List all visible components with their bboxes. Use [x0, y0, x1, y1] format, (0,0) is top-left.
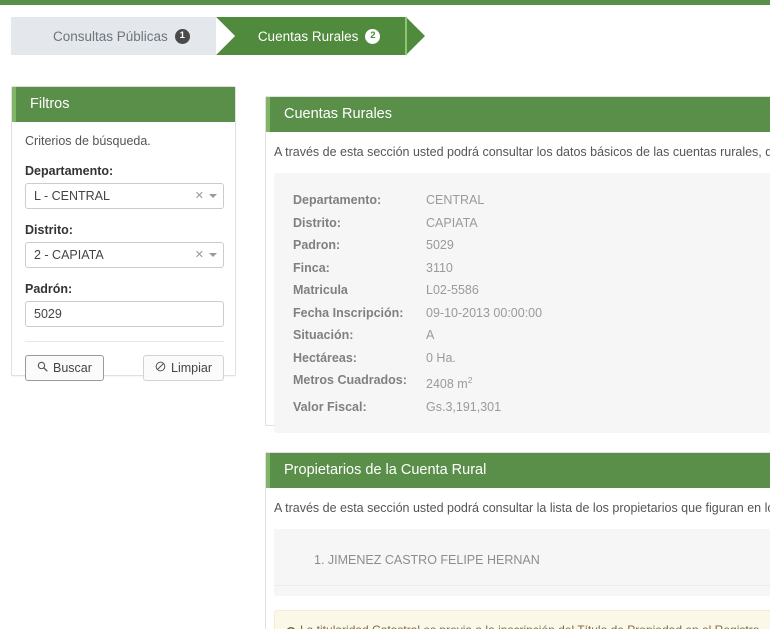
breadcrumb-step-label: Cuentas Rurales: [258, 29, 359, 44]
close-x-icon[interactable]: ✕: [195, 250, 204, 261]
detail-row: Padron: 5029: [274, 234, 770, 257]
detail-row: Hectáreas: 0 Ha.: [274, 347, 770, 370]
cuentas-rurales-panel: Cuentas Rurales A través de esta sección…: [265, 96, 770, 426]
detail-key: Matricula: [293, 279, 426, 302]
cuentas-rurales-title: Cuentas Rurales: [266, 97, 770, 132]
clear-button-label: Limpiar: [171, 361, 212, 375]
warning-line-1: La titularidad Catastral es previa a la …: [286, 623, 759, 629]
detail-value: L02-5586: [426, 279, 479, 302]
padron-value: 5029: [34, 307, 62, 321]
detail-value: CAPIATA: [426, 212, 478, 235]
detail-value: 2408 m2: [426, 369, 472, 396]
breadcrumb-step-badge: 2: [365, 29, 380, 44]
breadcrumb-divider: [405, 17, 407, 55]
search-button-label: Buscar: [53, 361, 92, 375]
detail-value: 09-10-2013 00:00:00: [426, 302, 542, 325]
detail-key: Finca:: [293, 257, 426, 280]
close-x-icon[interactable]: ✕: [195, 191, 204, 202]
search-button[interactable]: Buscar: [25, 355, 104, 381]
detail-row: Fecha Inscripción: 09-10-2013 00:00:00: [274, 302, 770, 325]
detail-row: Departamento: CENTRAL: [274, 189, 770, 212]
cuentas-rurales-description: A través de esta sección usted podrá con…: [266, 132, 770, 159]
distrito-select-tools: ✕: [195, 243, 217, 267]
filters-panel-title: Filtros: [12, 87, 235, 122]
detail-value: Gs.3,191,301: [426, 396, 501, 419]
propietarios-description: A través de esta sección usted podrá con…: [266, 488, 770, 515]
superscript: 2: [468, 375, 473, 385]
breadcrumb-step-cuentas-rurales[interactable]: Cuentas Rurales 2: [216, 17, 407, 55]
detail-value: CENTRAL: [426, 189, 484, 212]
breadcrumb-step-consultas-publicas[interactable]: Consultas Públicas 1: [11, 17, 216, 55]
clear-button[interactable]: Limpiar: [143, 355, 224, 381]
filters-panel: Filtros Criterios de búsqueda. Departame…: [11, 86, 236, 376]
propietarios-title: Propietarios de la Cuenta Rural: [266, 453, 770, 488]
chevron-down-icon[interactable]: [209, 194, 217, 198]
page-root: Consultas Públicas 1 Cuentas Rurales 2 F…: [0, 0, 770, 629]
breadcrumb: Consultas Públicas 1 Cuentas Rurales 2: [11, 17, 406, 55]
detail-row: Distrito: CAPIATA: [274, 212, 770, 235]
detail-row: Finca: 3110: [274, 257, 770, 280]
detail-key: Metros Cuadrados:: [293, 369, 426, 396]
departamento-select[interactable]: L - CENTRAL ✕: [25, 183, 224, 209]
detail-value: A: [426, 324, 434, 347]
propietarios-panel: Propietarios de la Cuenta Rural A través…: [265, 452, 770, 629]
breadcrumb-step-badge: 1: [175, 29, 190, 44]
detail-key: Fecha Inscripción:: [293, 302, 426, 325]
departamento-select-tools: ✕: [195, 184, 217, 208]
detail-value: 5029: [426, 234, 454, 257]
padron-label: Padrón:: [25, 282, 222, 296]
detail-key: Hectáreas:: [293, 347, 426, 370]
detail-key: Valor Fiscal:: [293, 396, 426, 419]
detail-row: Situación: A: [274, 324, 770, 347]
top-accent-bar: [0, 0, 770, 5]
detail-row: Metros Cuadrados: 2408 m2: [274, 369, 770, 396]
departamento-value: L - CENTRAL: [34, 189, 110, 203]
detail-key: Situación:: [293, 324, 426, 347]
detail-row: Valor Fiscal: Gs.3,191,301: [274, 396, 770, 419]
detail-value: 0 Ha.: [426, 347, 456, 370]
propietarios-list: 1. JIMENEZ CASTRO FELIPE HERNAN: [274, 529, 770, 596]
distrito-value: 2 - CAPIATA: [34, 248, 104, 262]
departamento-label: Departamento:: [25, 164, 222, 178]
detail-key: Departamento:: [293, 189, 426, 212]
chevron-down-icon[interactable]: [209, 253, 217, 257]
search-icon: [37, 361, 48, 375]
ban-circle-icon: [155, 361, 166, 375]
filters-body: Criterios de búsqueda. Departamento: L -…: [12, 122, 235, 383]
filters-button-row: Buscar Limpiar: [25, 355, 224, 383]
distrito-label: Distrito:: [25, 223, 222, 237]
detail-row: Matricula L02-5586: [274, 279, 770, 302]
detail-key: Padron:: [293, 234, 426, 257]
breadcrumb-step-label: Consultas Públicas: [53, 29, 168, 44]
filters-divider: [25, 341, 224, 342]
list-item: 1. JIMENEZ CASTRO FELIPE HERNAN: [274, 553, 770, 586]
titularidad-warning: iLa titularidad Catastral es previa a la…: [274, 610, 770, 629]
padron-input[interactable]: 5029: [25, 301, 224, 327]
detail-value: 3110: [426, 257, 453, 280]
cuenta-detail-box: Departamento: CENTRAL Distrito: CAPIATA …: [274, 173, 770, 432]
detail-key: Distrito:: [293, 212, 426, 235]
distrito-select[interactable]: 2 - CAPIATA ✕: [25, 242, 224, 268]
filters-criteria-text: Criterios de búsqueda.: [25, 134, 222, 148]
